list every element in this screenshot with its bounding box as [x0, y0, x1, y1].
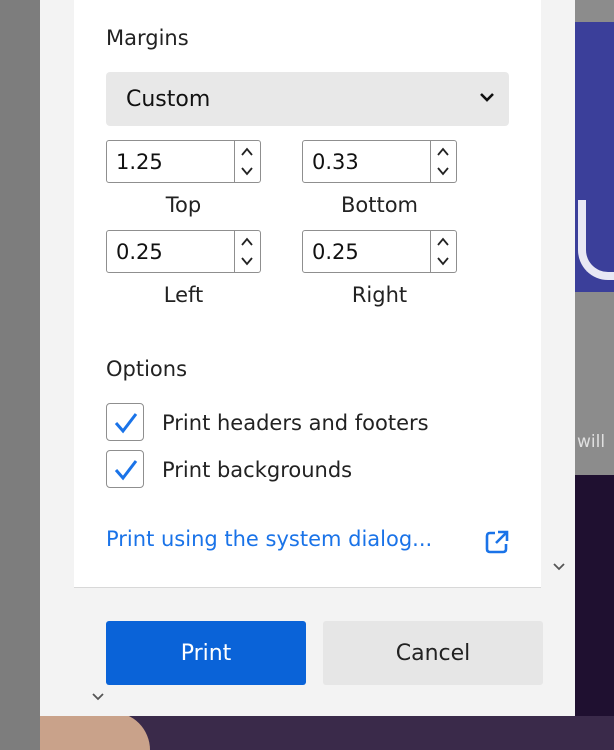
spin-down-icon[interactable]	[436, 255, 450, 267]
spin-down-icon[interactable]	[240, 165, 254, 177]
margin-left-label: Left	[163, 283, 204, 307]
panel-scroll-down-icon[interactable]	[552, 560, 566, 578]
margin-bottom-label: Bottom	[340, 193, 419, 217]
margins-select[interactable]: Custom	[106, 72, 509, 126]
chevron-down-icon	[480, 93, 494, 102]
background-shield-shape	[578, 200, 614, 280]
margin-top-stepper	[234, 141, 260, 182]
print-button[interactable]: Print	[106, 621, 306, 685]
margin-right-value: 0.25	[312, 240, 359, 264]
backgrounds-checkbox[interactable]	[106, 450, 144, 488]
margin-top-input[interactable]: 1.25	[106, 140, 261, 183]
background-left	[0, 0, 40, 750]
spin-up-icon[interactable]	[436, 236, 450, 248]
margins-heading: Margins	[106, 26, 189, 50]
open-external-icon[interactable]	[484, 529, 510, 555]
margin-right-input[interactable]: 0.25	[302, 230, 457, 273]
margin-top-value: 1.25	[116, 150, 163, 174]
margin-bottom-value: 0.33	[312, 150, 359, 174]
margin-bottom-stepper	[430, 141, 456, 182]
checkmark-icon	[114, 413, 138, 434]
margin-bottom-input[interactable]: 0.33	[302, 140, 457, 183]
headers-footers-label[interactable]: Print headers and footers	[162, 411, 429, 435]
margin-right-label: Right	[351, 283, 408, 307]
background-text: will	[577, 432, 606, 452]
margin-left-value: 0.25	[116, 240, 163, 264]
settings-panel: Margins Custom 1.25 Top 0.33 Bottom 0.25	[74, 0, 541, 587]
background-photo	[40, 712, 150, 750]
spin-up-icon[interactable]	[240, 146, 254, 158]
margin-left-stepper	[234, 231, 260, 272]
margins-select-value: Custom	[126, 86, 211, 112]
margin-right-stepper	[430, 231, 456, 272]
headers-footers-checkbox[interactable]	[106, 403, 144, 441]
spin-down-icon[interactable]	[240, 255, 254, 267]
print-dialog: Margins Custom 1.25 Top 0.33 Bottom 0.25	[40, 0, 575, 716]
footer-separator	[74, 587, 541, 588]
margin-left-input[interactable]: 0.25	[106, 230, 261, 273]
backgrounds-label[interactable]: Print backgrounds	[162, 458, 352, 482]
cancel-button[interactable]: Cancel	[323, 621, 543, 685]
scroll-down-icon[interactable]	[90, 690, 106, 706]
margin-top-label: Top	[165, 193, 202, 217]
background-dark-image	[575, 475, 614, 750]
spin-up-icon[interactable]	[240, 236, 254, 248]
spin-down-icon[interactable]	[436, 165, 450, 177]
options-heading: Options	[106, 357, 188, 381]
spin-up-icon[interactable]	[436, 146, 450, 158]
checkmark-icon	[114, 460, 138, 481]
system-dialog-link[interactable]: Print using the system dialog...	[106, 527, 432, 551]
